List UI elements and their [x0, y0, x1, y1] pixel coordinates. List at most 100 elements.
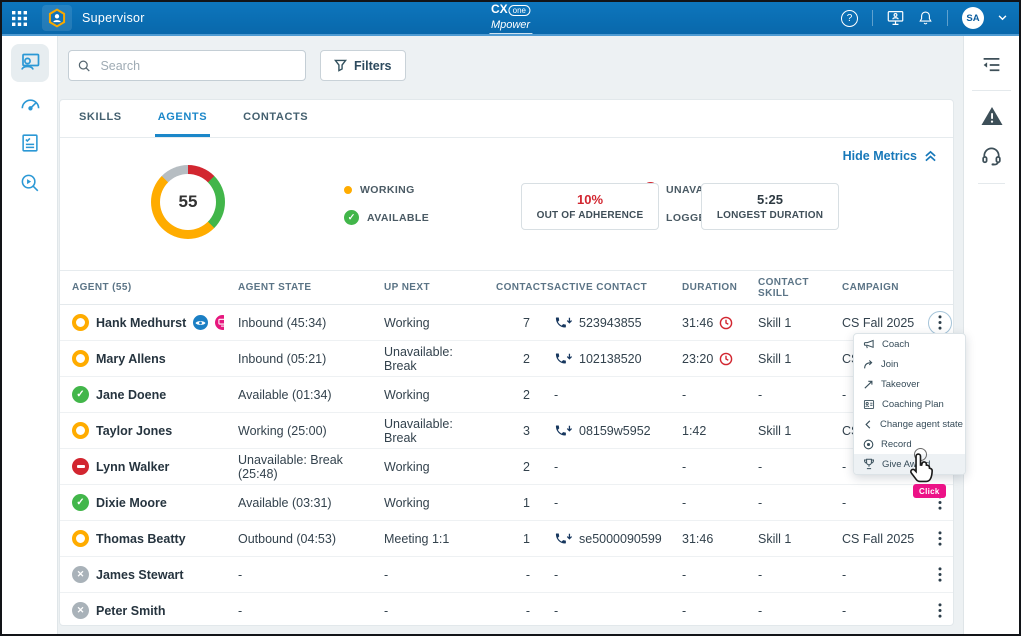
active-contact-cell: se5000090599: [540, 532, 668, 546]
app-title: Supervisor: [82, 11, 145, 25]
col-agent-state[interactable]: AGENT STATE: [224, 282, 370, 293]
table-header: AGENT (55) AGENT STATE UP NEXT CONTACTS …: [60, 271, 953, 305]
join-arrow-icon: [863, 359, 874, 370]
takeover-arrow-icon: [863, 379, 874, 390]
coaching-plan-icon: [863, 399, 875, 410]
menu-item-takeover[interactable]: Takeover: [854, 374, 965, 394]
collapse-panel-button[interactable]: [973, 46, 1011, 84]
hide-metrics-button[interactable]: Hide Metrics: [843, 149, 937, 163]
separator: [947, 10, 948, 26]
user-avatar[interactable]: SA: [962, 7, 984, 29]
duration-value: -: [682, 496, 686, 510]
chevron-down-icon[interactable]: [998, 15, 1007, 21]
notifications-bell-icon[interactable]: [918, 10, 933, 26]
row-actions-context-menu: CoachJoin Takeover Coaching Plan Change age…: [853, 333, 966, 475]
headset-icon: [980, 145, 1003, 168]
agent-name: James Stewart: [96, 568, 184, 582]
table-row[interactable]: Mary Allens Inbound (05:21) Unavailable:…: [60, 341, 953, 377]
duration-value: -: [682, 388, 686, 402]
col-duration[interactable]: DURATION: [668, 282, 744, 293]
menu-item-label: Takeover: [881, 379, 920, 390]
menu-item-coaching-plan[interactable]: Coaching Plan: [854, 394, 965, 414]
trophy-icon: [863, 458, 875, 470]
screen-share-icon[interactable]: [887, 10, 904, 26]
up-next-cell: Working: [370, 460, 482, 474]
alerts-button[interactable]: [973, 97, 1011, 135]
menu-item-label: Change agent state: [880, 419, 963, 430]
menu-item-change-agent-state[interactable]: Change agent state: [854, 414, 965, 434]
top-bar: Supervisor CXone Mpower ? SA: [2, 2, 1019, 34]
duration-value: 1:42: [682, 424, 706, 438]
agent-state-cell: Unavailable: Break (25:48): [224, 453, 370, 481]
inbound-call-phone-icon: [554, 424, 573, 437]
contacts-cell: 7: [482, 316, 540, 330]
table-row[interactable]: Thomas Beatty Outbound (04:53) Meeting 1…: [60, 521, 953, 557]
contact-skill-cell: Skill 1: [744, 424, 828, 438]
out-of-adherence-label: OUT OF ADHERENCE: [537, 210, 644, 221]
table-row[interactable]: Dixie Moore Available (03:31) Working 1 …: [60, 485, 953, 521]
nav-interaction-search[interactable]: [11, 164, 49, 202]
row-kebab-button[interactable]: [928, 527, 952, 551]
table-row[interactable]: Lynn Walker Unavailable: Break (25:48) W…: [60, 449, 953, 485]
menu-item-coach[interactable]: Coach: [854, 334, 965, 354]
tab-agents[interactable]: AGENTS: [155, 100, 210, 137]
agent-name: Lynn Walker: [96, 460, 169, 474]
table-row[interactable]: Peter Smith - - - - - - -: [60, 593, 953, 626]
row-kebab-button[interactable]: [928, 599, 952, 623]
tab-bar: SKILLS AGENTS CONTACTS: [60, 100, 953, 138]
table-row[interactable]: Jane Doene Available (01:34) Working 2 -…: [60, 377, 953, 413]
total-agents-count: 55: [179, 192, 198, 212]
filter-funnel-icon: [334, 59, 347, 72]
app-launcher-icon[interactable]: [2, 2, 36, 34]
active-contact-id: -: [554, 604, 558, 618]
help-icon[interactable]: ?: [841, 10, 858, 27]
table-row[interactable]: James Stewart - - - - - - -: [60, 557, 953, 593]
agent-status-icon: [72, 530, 89, 547]
active-contact-id: -: [554, 568, 558, 582]
nav-dashboard[interactable]: [11, 84, 49, 122]
hexagon-badge-icon: [47, 8, 67, 28]
menu-item-join[interactable]: Join: [854, 354, 965, 374]
chevron-left-icon: [863, 419, 873, 430]
longest-duration-value: 5:25: [757, 192, 783, 207]
active-contact-cell: -: [540, 388, 668, 402]
agent-status-icon: [72, 422, 89, 439]
col-agent[interactable]: AGENT (55): [72, 282, 224, 293]
col-active-contact[interactable]: ACTIVE CONTACT: [540, 282, 668, 293]
legend-available: AVAILABLE 10: [344, 210, 540, 225]
col-contacts[interactable]: CONTACTS: [482, 282, 540, 293]
row-kebab-button[interactable]: [928, 311, 952, 335]
legend-working: WORKING 20: [344, 182, 540, 197]
metrics-summary: 55 WORKING 20 AVAILABLE 10 UNAVAILABLE 5…: [60, 138, 953, 271]
duration-value: -: [682, 460, 686, 474]
duration-value: -: [682, 604, 686, 618]
nav-reports[interactable]: [11, 124, 49, 162]
menu-item-give-award[interactable]: Give Award: [854, 454, 965, 474]
table-row[interactable]: Hank Medhurst Inbound (45:34) Working 7 …: [60, 305, 953, 341]
kebab-dots-icon: [938, 603, 942, 618]
nav-supervisor-monitoring[interactable]: [11, 44, 49, 82]
search-input[interactable]: [98, 58, 296, 74]
supervisor-app-icon[interactable]: [42, 5, 72, 31]
support-button[interactable]: [973, 137, 1011, 175]
col-up-next[interactable]: UP NEXT: [370, 282, 482, 293]
divider: [972, 90, 1011, 91]
tab-skills[interactable]: SKILLS: [76, 100, 125, 137]
agent-name: Thomas Beatty: [96, 532, 186, 546]
col-contact-skill[interactable]: CONTACT SKILL: [744, 277, 828, 299]
up-next-cell: Working: [370, 388, 482, 402]
menu-item-label: Coaching Plan: [882, 399, 944, 410]
up-next-cell: -: [370, 568, 482, 582]
table-row[interactable]: Taylor Jones Working (25:00) Unavailable…: [60, 413, 953, 449]
agent-state-cell: Inbound (05:21): [224, 352, 370, 366]
agent-state-cell: -: [224, 604, 370, 618]
menu-item-record[interactable]: Record: [854, 434, 965, 454]
agent-state-cell: Outbound (04:53): [224, 532, 370, 546]
active-contact-cell: -: [540, 460, 668, 474]
longest-duration-label: LONGEST DURATION: [717, 210, 823, 221]
col-campaign[interactable]: CAMPAIGN: [828, 282, 928, 293]
filters-button[interactable]: Filters: [320, 50, 406, 81]
tab-contacts[interactable]: CONTACTS: [240, 100, 311, 137]
row-kebab-button[interactable]: [928, 563, 952, 587]
menu-item-label: Give Award: [882, 459, 930, 470]
